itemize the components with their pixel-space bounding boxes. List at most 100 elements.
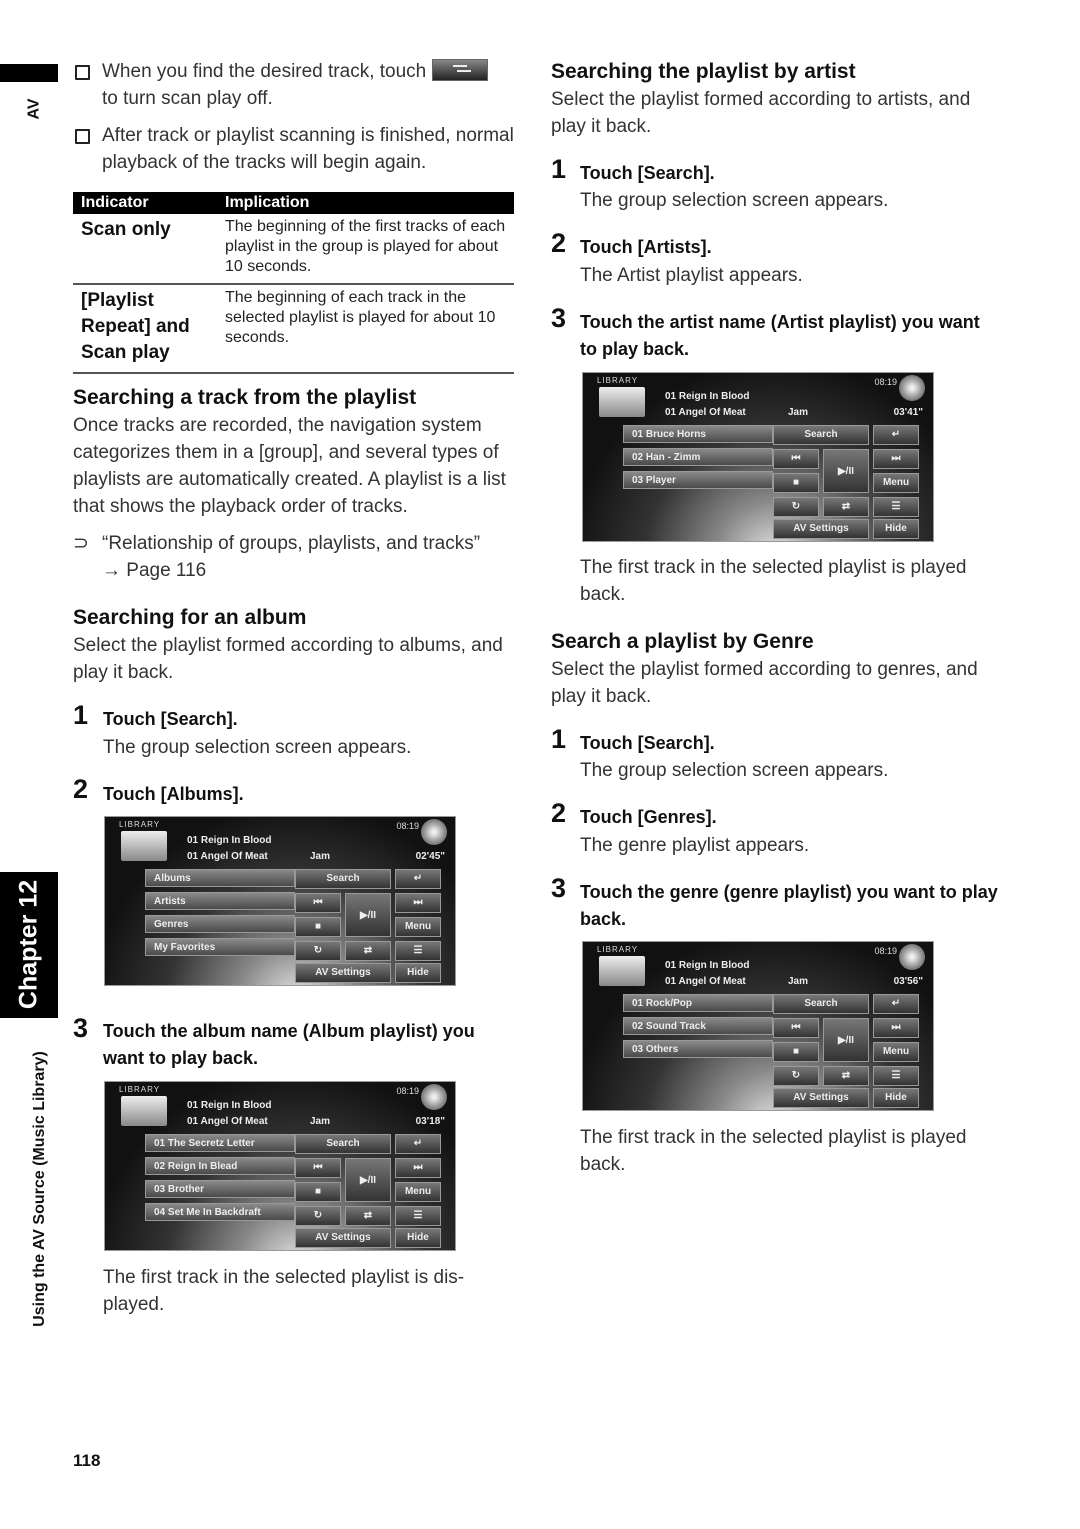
- step-desc: The Artist playlist appears.: [580, 265, 803, 286]
- step-number: 3: [73, 1013, 89, 1043]
- repeat-button[interactable]: ↻: [773, 1066, 819, 1086]
- disc-icon: [421, 819, 447, 845]
- search-button[interactable]: Search: [295, 1134, 391, 1154]
- track-title: 01 Angel Of Meat: [187, 851, 268, 862]
- list-item[interactable]: 02 Reign In Blead: [145, 1157, 295, 1175]
- step-number: 3: [551, 873, 567, 903]
- repeat-button[interactable]: ↻: [295, 1206, 341, 1226]
- step-title: Touch [Search].: [103, 709, 238, 729]
- scan-button[interactable]: ☰: [873, 1066, 919, 1086]
- av-settings-button[interactable]: AV Settings: [295, 963, 391, 983]
- hide-button[interactable]: Hide: [395, 963, 441, 983]
- menu-button[interactable]: Menu: [873, 473, 919, 493]
- search-button[interactable]: Search: [773, 425, 869, 445]
- step-number: 1: [551, 154, 567, 184]
- play-pause-button[interactable]: ▶/II: [345, 893, 391, 937]
- checkbox-bullet-icon: [75, 129, 90, 144]
- back-button[interactable]: ↵: [873, 994, 919, 1014]
- step-title: Touch [Search].: [580, 163, 715, 183]
- track-title: 01 Angel Of Meat: [665, 976, 746, 987]
- step-desc: The group selection screen appears.: [580, 760, 889, 781]
- menu-button[interactable]: Menu: [873, 1042, 919, 1062]
- screenshot-album-playlist: LIBRARY 08:19 01 Reign In Blood 01 Angel…: [104, 1081, 456, 1251]
- prev-button[interactable]: ⏮: [773, 449, 819, 469]
- genre-label: Jam: [310, 851, 331, 862]
- reference-page[interactable]: → Page 116: [102, 560, 206, 581]
- random-button[interactable]: ⇄: [345, 1206, 391, 1226]
- play-pause-button[interactable]: ▶/II: [823, 1018, 869, 1062]
- scan-button[interactable]: ☰: [873, 497, 919, 517]
- menu-button[interactable]: Menu: [395, 1182, 441, 1202]
- list-item[interactable]: 03 Brother: [145, 1180, 295, 1198]
- list-item[interactable]: 02 Han - Zimm: [623, 448, 773, 466]
- scan-button[interactable]: ☰: [395, 1206, 441, 1226]
- menu-button[interactable]: Menu: [395, 917, 441, 937]
- section-tab-label: AV: [26, 96, 50, 126]
- step-title: Touch [Search].: [580, 733, 715, 753]
- indicator-cell: [Playlist Repeat] and Scan play: [73, 284, 217, 374]
- clock: 08:19: [874, 946, 897, 956]
- list-item[interactable]: 01 Bruce Horns: [623, 425, 773, 443]
- play-pause-button[interactable]: ▶/II: [823, 449, 869, 493]
- library-label: LIBRARY: [119, 1085, 161, 1094]
- list-item[interactable]: 02 Sound Track: [623, 1017, 773, 1035]
- hide-button[interactable]: Hide: [395, 1228, 441, 1248]
- checkbox-bullet-icon: [75, 65, 90, 80]
- list-item[interactable]: 03 Others: [623, 1040, 773, 1058]
- disc-icon: [899, 375, 925, 401]
- cross-reference: ⊃ “Relationship of groups, playlists, an…: [73, 530, 518, 584]
- next-button[interactable]: ⏭: [873, 1018, 919, 1038]
- next-button[interactable]: ⏭: [395, 1158, 441, 1178]
- list-item[interactable]: Albums: [145, 869, 295, 887]
- reference-link[interactable]: “Relationship of groups, playlists, and …: [102, 533, 480, 554]
- prev-button[interactable]: ⏮: [773, 1018, 819, 1038]
- next-button[interactable]: ⏭: [873, 449, 919, 469]
- back-button[interactable]: ↵: [395, 1134, 441, 1154]
- disc-icon: [421, 1084, 447, 1110]
- heading-album-search: Searching for an album: [73, 606, 307, 629]
- list-item[interactable]: Genres: [145, 915, 295, 933]
- av-settings-button[interactable]: AV Settings: [773, 519, 869, 539]
- av-settings-button[interactable]: AV Settings: [295, 1228, 391, 1248]
- list-item[interactable]: 01 Rock/Pop: [623, 994, 773, 1012]
- library-label: LIBRARY: [119, 820, 161, 829]
- list-item[interactable]: 03 Player: [623, 471, 773, 489]
- next-button[interactable]: ⏭: [395, 893, 441, 913]
- list-item[interactable]: 04 Set Me In Backdraft: [145, 1203, 295, 1221]
- step-title: Touch [Genres].: [580, 807, 717, 827]
- disc-icon: [899, 944, 925, 970]
- heading-artist-search: Searching the playlist by artist: [551, 60, 856, 83]
- stop-button[interactable]: ■: [773, 473, 819, 493]
- clock: 08:19: [874, 377, 897, 387]
- av-settings-button[interactable]: AV Settings: [773, 1088, 869, 1108]
- prev-button[interactable]: ⏮: [295, 893, 341, 913]
- list-item[interactable]: Artists: [145, 892, 295, 910]
- track-title: 01 Reign In Blood: [187, 1100, 272, 1111]
- screenshot-genre-playlist: LIBRARY 08:19 01 Reign In Blood 01 Angel…: [582, 941, 934, 1111]
- step-number: 2: [73, 774, 89, 804]
- scan-button[interactable]: ☰: [395, 941, 441, 961]
- step-desc: The genre playlist appears.: [580, 835, 810, 856]
- repeat-button[interactable]: ↻: [773, 497, 819, 517]
- back-button[interactable]: ↵: [873, 425, 919, 445]
- hide-button[interactable]: Hide: [873, 519, 919, 539]
- random-button[interactable]: ⇄: [823, 497, 869, 517]
- hide-button[interactable]: Hide: [873, 1088, 919, 1108]
- list-item[interactable]: My Favorites: [145, 938, 295, 956]
- random-button[interactable]: ⇄: [823, 1066, 869, 1086]
- heading-genre-search: Search a playlist by Genre: [551, 630, 814, 653]
- list-item[interactable]: 01 The Secretz Letter: [145, 1134, 295, 1152]
- play-pause-button[interactable]: ▶/II: [345, 1158, 391, 1202]
- search-button[interactable]: Search: [773, 994, 869, 1014]
- search-button[interactable]: Search: [295, 869, 391, 889]
- stop-button[interactable]: ■: [295, 917, 341, 937]
- prev-button[interactable]: ⏮: [295, 1158, 341, 1178]
- stop-button[interactable]: ■: [773, 1042, 819, 1062]
- random-button[interactable]: ⇄: [345, 941, 391, 961]
- note-text-cont: to turn scan play off.: [102, 88, 273, 109]
- stop-button[interactable]: ■: [295, 1182, 341, 1202]
- implication-cell: The beginning of each track in the selec…: [217, 284, 514, 374]
- back-button[interactable]: ↵: [395, 869, 441, 889]
- repeat-button[interactable]: ↻: [295, 941, 341, 961]
- play-time: 03'41": [893, 407, 923, 418]
